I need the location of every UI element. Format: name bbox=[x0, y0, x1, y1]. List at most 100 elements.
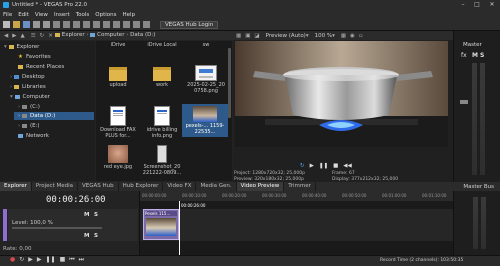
new-project-icon[interactable] bbox=[3, 21, 10, 28]
external-monitor-icon[interactable]: ▣ bbox=[245, 33, 250, 39]
tab-hub-explorer[interactable]: Hub Explorer bbox=[119, 182, 164, 191]
refresh-icon[interactable]: ↻ bbox=[40, 33, 45, 39]
play-icon[interactable]: ▶ bbox=[37, 256, 42, 264]
menu-view[interactable]: View bbox=[32, 12, 51, 18]
breadcrumb-computer[interactable]: Computer bbox=[97, 32, 124, 38]
chevron-down-icon[interactable]: ▾ bbox=[306, 33, 309, 39]
master-fader-handle[interactable] bbox=[460, 100, 468, 104]
tree-item-computer[interactable]: ▾ Computer bbox=[10, 93, 50, 101]
audio-solo-button[interactable]: S bbox=[94, 233, 98, 239]
tab-explorer[interactable]: Explorer bbox=[0, 182, 32, 191]
go-to-end-icon[interactable]: ⏭ bbox=[79, 256, 84, 264]
edit-tool-icon[interactable] bbox=[103, 21, 110, 28]
tab-video-fx[interactable]: Video FX bbox=[163, 182, 197, 191]
zoom-tool-icon[interactable] bbox=[133, 21, 140, 28]
breadcrumb-explorer[interactable]: Explorer bbox=[62, 32, 85, 38]
stop-icon[interactable]: ■ bbox=[333, 163, 338, 169]
go-to-start-icon[interactable]: ⏮ bbox=[69, 256, 74, 264]
file-idrive[interactable]: iDrive bbox=[98, 42, 138, 49]
loop-icon[interactable]: ↻ bbox=[300, 163, 305, 169]
master-fx-icon[interactable]: fx bbox=[461, 52, 467, 59]
save-icon[interactable] bbox=[23, 21, 30, 28]
file-pexels-video[interactable]: pexels-... 1159-22535... bbox=[182, 104, 228, 137]
file-screenshot-2022[interactable]: Screenshot_20 221222-0809... bbox=[142, 145, 182, 176]
pause-icon[interactable]: ❚❚ bbox=[319, 163, 328, 169]
tab-master-bus[interactable]: Master Bus bbox=[463, 184, 500, 190]
back-icon[interactable]: ◀ bbox=[4, 33, 8, 39]
chevron-down-icon[interactable]: ▾ bbox=[332, 33, 335, 39]
close-icon[interactable]: ✕ bbox=[485, 0, 499, 10]
video-clip[interactable]: Pexels 115... bbox=[143, 209, 179, 240]
menu-file[interactable]: File bbox=[0, 12, 15, 18]
tree-item-recent-places[interactable]: Recent Places bbox=[18, 63, 64, 71]
playhead-cursor[interactable] bbox=[179, 201, 180, 255]
selection-tool-icon[interactable] bbox=[123, 21, 130, 28]
loop-icon[interactable]: ↻ bbox=[19, 256, 24, 264]
file-download-fax[interactable]: Download FAX PLUS for... bbox=[98, 106, 138, 139]
tab-project-media[interactable]: Project Media bbox=[32, 182, 78, 191]
redo-icon[interactable] bbox=[93, 21, 100, 28]
file-idrive-billing[interactable]: idrive billing info.png bbox=[142, 106, 182, 139]
maximize-icon[interactable]: □ bbox=[470, 0, 484, 10]
tree-item-network[interactable]: Network bbox=[18, 132, 49, 140]
envelope-tool-icon[interactable] bbox=[113, 21, 120, 28]
undo-icon[interactable] bbox=[83, 21, 90, 28]
properties-icon[interactable] bbox=[43, 21, 50, 28]
tab-media-generators[interactable]: Media Gen. bbox=[196, 182, 237, 191]
up-icon[interactable]: ▲ bbox=[20, 33, 24, 39]
delete-icon[interactable]: ✕ bbox=[48, 33, 53, 39]
menu-help[interactable]: Help bbox=[120, 12, 139, 18]
render-icon[interactable] bbox=[33, 21, 40, 28]
stop-icon[interactable]: ■ bbox=[60, 256, 66, 264]
menu-options[interactable]: Options bbox=[92, 12, 119, 18]
copy-snapshot-icon[interactable]: ▫ bbox=[359, 33, 363, 39]
tree-item-c-drive[interactable]: › (C:) bbox=[18, 103, 40, 111]
menu-tools[interactable]: Tools bbox=[73, 12, 93, 18]
tree-item-e-drive[interactable]: › (E:) bbox=[18, 122, 40, 130]
tree-item-explorer[interactable]: ▾ Explorer bbox=[4, 43, 39, 51]
views-icon[interactable]: ☰ bbox=[31, 33, 36, 39]
project-properties-icon[interactable]: ▦ bbox=[236, 33, 241, 39]
file-idrive-local[interactable]: iDrive Local bbox=[142, 42, 182, 49]
help-icon[interactable] bbox=[143, 21, 150, 28]
open-icon[interactable] bbox=[13, 21, 20, 28]
master-solo-button[interactable]: S bbox=[480, 52, 484, 59]
play-icon[interactable]: ▶ bbox=[310, 163, 314, 169]
forward-icon[interactable]: ▶ bbox=[12, 33, 16, 39]
explorer-scrollbar[interactable] bbox=[228, 48, 231, 118]
pause-icon[interactable]: ❚❚ bbox=[46, 256, 56, 264]
vegas-hub-login-button[interactable]: VEGAS Hub Login bbox=[160, 21, 219, 29]
track-mute-button[interactable]: M bbox=[84, 212, 89, 218]
file-red-eye[interactable]: red eye.jpg bbox=[98, 145, 138, 171]
tree-item-desktop[interactable]: › Desktop bbox=[10, 73, 45, 81]
menu-insert[interactable]: Insert bbox=[51, 12, 73, 18]
master-mute-button[interactable]: M bbox=[472, 52, 478, 59]
breadcrumb-data[interactable]: Data (D:) bbox=[130, 32, 155, 38]
track-solo-button[interactable]: S bbox=[94, 212, 98, 218]
cut-icon[interactable] bbox=[53, 21, 60, 28]
snapshot-icon[interactable]: ◉ bbox=[350, 33, 355, 39]
menu-edit[interactable]: Edit bbox=[15, 12, 32, 18]
minimize-icon[interactable]: – bbox=[456, 0, 470, 10]
record-icon[interactable]: ● bbox=[10, 256, 15, 264]
file-upload[interactable]: upload bbox=[98, 67, 138, 89]
file-sw[interactable]: sw bbox=[186, 42, 226, 49]
timeline-ruler[interactable]: 00:00:00:00 00:00:10:00 00:00:20:00 00:0… bbox=[140, 191, 453, 201]
zoom-select[interactable]: 100 % bbox=[315, 33, 332, 39]
tree-item-favorites[interactable]: ★ Favorites bbox=[18, 53, 51, 61]
tree-item-data-drive[interactable]: › Data (D:) bbox=[14, 112, 94, 120]
tab-vegas-hub[interactable]: VEGAS Hub bbox=[78, 182, 119, 191]
track-level-slider[interactable] bbox=[12, 227, 102, 229]
tree-item-libraries[interactable]: › Libraries bbox=[10, 83, 46, 91]
prev-frame-icon[interactable]: ◀◀ bbox=[343, 163, 351, 169]
paste-icon[interactable] bbox=[73, 21, 80, 28]
preview-quality-select[interactable]: Preview (Auto) bbox=[266, 33, 306, 39]
split-screen-icon[interactable]: ◪ bbox=[254, 33, 259, 39]
tab-trimmer[interactable]: Trimmer bbox=[284, 182, 316, 191]
copy-icon[interactable] bbox=[63, 21, 70, 28]
overlays-icon[interactable]: ▦ bbox=[341, 33, 346, 39]
file-screenshot-2025[interactable]: 2025-02-25_20 0758.png bbox=[186, 65, 226, 94]
file-work[interactable]: work bbox=[142, 67, 182, 89]
audio-mute-button[interactable]: M bbox=[84, 233, 89, 239]
play-from-start-icon[interactable]: ▶ bbox=[28, 256, 33, 264]
